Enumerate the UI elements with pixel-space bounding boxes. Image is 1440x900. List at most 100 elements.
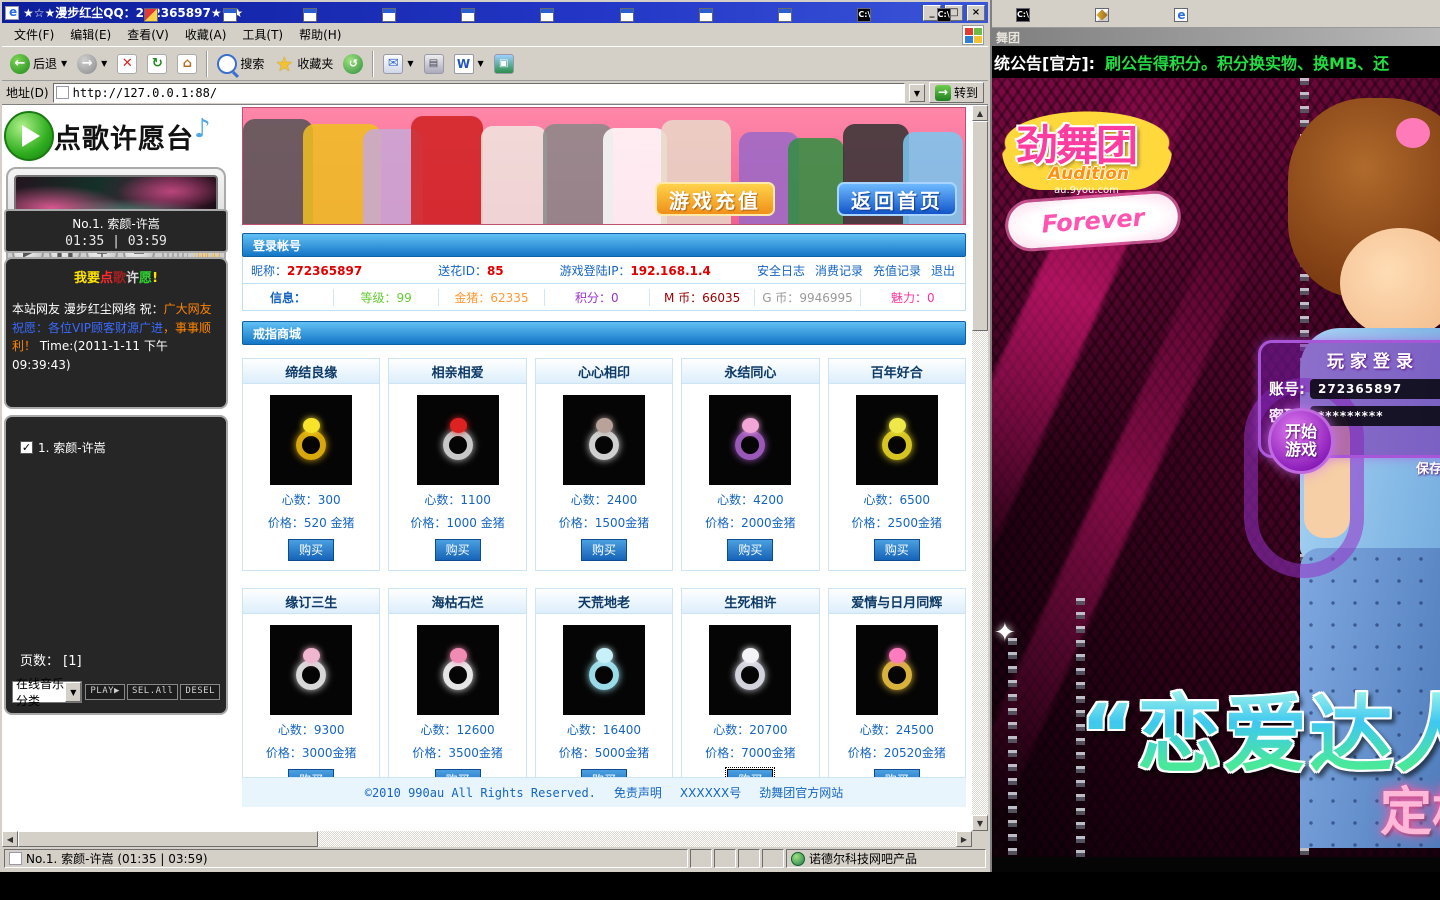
go-button[interactable]: → 转到: [929, 82, 984, 103]
page-footer: ©2010 990au All Rights Reserved. 免责声明XXX…: [242, 777, 966, 807]
recharge-button[interactable]: 游戏充值: [655, 182, 775, 216]
edit-button[interactable]: W▼: [450, 49, 488, 79]
top-banner-image: 游戏充值 返回首页: [242, 107, 966, 225]
menu-item-帮助(H)[interactable]: 帮助(H): [291, 23, 349, 46]
search-icon: [217, 54, 237, 74]
stat-金猪: 金猪：62335: [438, 289, 543, 306]
menu-item-收藏(A)[interactable]: 收藏(A): [177, 23, 235, 46]
media-button[interactable]: ▣: [490, 49, 518, 79]
edit-icon: W: [454, 54, 474, 74]
home-button[interactable]: ⌂: [173, 49, 201, 79]
menu-item-文件(F)[interactable]: 文件(F): [6, 23, 62, 46]
playlist-button-PLAY▶[interactable]: PLAY▶: [85, 684, 125, 700]
save-username-option[interactable]: 保存用户名: [1416, 458, 1440, 477]
product-hearts: 心数：1100: [389, 491, 525, 508]
playlist-box: ✓1. 索颜-许嵩 页数： [1] 在线音乐分类 ▼ PLAY▶SEL.AllD…: [4, 415, 228, 715]
close-button[interactable]: ×: [967, 5, 985, 21]
start-game-button[interactable]: 开始游戏: [1268, 408, 1334, 474]
footer-links: 免责声明 XXXXXX号 劲舞团官方网站: [614, 784, 843, 801]
playlist-button-DESEL[interactable]: DESEL: [180, 684, 220, 700]
product-card: 生死相许心数：20700价格：7000金猪购买: [681, 588, 819, 801]
product-grid: 缔结良缘心数：300价格：520 金猪购买相亲相爱心数：1100价格：1000 …: [242, 358, 966, 801]
scroll-left-arrow[interactable]: ◀: [2, 831, 18, 847]
game-bottom-strip: [992, 857, 1440, 872]
stop-button[interactable]: ✕: [113, 49, 141, 79]
footer-link-劲舞团官方网站[interactable]: 劲舞团官方网站: [759, 784, 843, 801]
buy-button[interactable]: 购买: [435, 539, 481, 561]
stat-M币: M 币：66035: [649, 289, 754, 306]
cmd-icon: C:\: [937, 8, 951, 22]
select-dropdown-arrow: ▼: [65, 682, 81, 702]
ring-shop-panel: 戒指商城 缔结良缘心数：300价格：520 金猪购买相亲相爱心数：1100价格：…: [242, 321, 966, 801]
address-bar: 地址(D) http://127.0.0.1:88/ ▼ → 转到: [2, 81, 988, 105]
stat-魅力: 魅力：0: [860, 289, 965, 306]
buy-button[interactable]: 购买: [874, 539, 920, 561]
account-link-安全日志[interactable]: 安全日志: [757, 262, 805, 279]
address-input[interactable]: http://127.0.0.1:88/: [53, 83, 905, 103]
account-link-消费记录[interactable]: 消费记录: [815, 262, 863, 279]
address-dropdown-arrow[interactable]: ▼: [909, 84, 925, 102]
product-price: 价格：1000 金猪: [389, 514, 525, 531]
footer-link-免责声明[interactable]: 免责声明: [614, 784, 662, 801]
now-playing-box: No.1. 索颜-许嵩 01:35 | 03:59: [4, 209, 228, 253]
horizontal-scroll-thumb[interactable]: [18, 831, 318, 847]
stat-value: 62335: [490, 291, 528, 305]
fav-button[interactable]: ★收藏夹: [270, 49, 337, 79]
game-client-window: 舞团 统公告[官方]: 刷公告得积分。积分换实物、换MB、还 ✦ 劲舞团 Aud…: [992, 0, 1440, 872]
password-input[interactable]: *********: [1310, 406, 1440, 426]
wish-message-box: 我要点歌许愿! 本站网友 漫步红尘网络 祝：广大网友祝愿：各位VIP顾客财源广进…: [4, 257, 228, 409]
account-link-退出[interactable]: 退出: [931, 262, 955, 279]
go-arrow-icon: →: [935, 85, 951, 101]
search-button[interactable]: 搜索: [213, 49, 268, 79]
music-category-value: 在线音乐分类: [13, 675, 65, 709]
scroll-right-arrow[interactable]: ▶: [956, 831, 972, 847]
mail-button[interactable]: ✉▼: [379, 49, 417, 79]
audition-logo: 劲舞团 Audition au.9you.com Forever: [1002, 86, 1202, 256]
scroll-up-arrow[interactable]: ▲: [972, 105, 988, 121]
menu-item-编辑(E)[interactable]: 编辑(E): [62, 23, 119, 46]
dropdown-arrow-icon[interactable]: ▼: [101, 59, 107, 68]
chain-decoration: [1008, 638, 1017, 857]
stat-等级: 等级：99: [333, 289, 438, 306]
status-cell: [738, 849, 760, 868]
checkbox-checked-icon[interactable]: ✓: [20, 441, 33, 454]
account-link-充值记录[interactable]: 充值记录: [873, 262, 921, 279]
dropdown-arrow-icon[interactable]: ▼: [478, 59, 484, 68]
footer-link-XXXXXX号[interactable]: XXXXXX号: [680, 784, 741, 801]
media-icon: ▣: [494, 54, 514, 74]
game-titlebar: 舞团: [992, 28, 1440, 46]
stat-积分: 积分：0: [544, 289, 649, 306]
print-button[interactable]: ▤: [420, 49, 448, 79]
playlist-buttons: PLAY▶SEL.AllDESEL: [85, 684, 220, 700]
logo-tagline: Forever: [1007, 192, 1180, 250]
horizontal-scrollbar[interactable]: ◀ ▶: [2, 831, 972, 847]
browser-statusbar: No.1. 索颜-许嵩 (01:35 | 03:59) 诺德尔科技网吧产品: [2, 847, 988, 870]
play-circle-icon[interactable]: [4, 111, 54, 161]
forward-button[interactable]: →▼: [73, 49, 111, 79]
back-button[interactable]: ←后退▼: [6, 49, 71, 79]
info-label: 信息：: [243, 289, 333, 306]
product-price: 价格：5000金猪: [536, 744, 672, 761]
dropdown-arrow-icon[interactable]: ▼: [407, 59, 413, 68]
vertical-scroll-thumb[interactable]: [972, 121, 988, 331]
playlist-button-SEL.All[interactable]: SEL.All: [127, 684, 178, 700]
buy-button[interactable]: 购买: [288, 539, 334, 561]
menu-item-查看(V)[interactable]: 查看(V): [119, 23, 177, 46]
forward-icon: →: [77, 54, 97, 74]
buy-button[interactable]: 购买: [581, 539, 627, 561]
account-input[interactable]: 272365897: [1310, 379, 1440, 399]
fav-icon: ★: [274, 54, 294, 74]
product-hearts: 心数：9300: [243, 721, 379, 738]
refresh-button[interactable]: ↻: [143, 49, 171, 79]
home-page-button[interactable]: 返回首页: [837, 182, 957, 216]
playlist-item[interactable]: ✓1. 索颜-许嵩: [20, 439, 220, 456]
flower-id-cell: 送花ID：85: [430, 262, 511, 279]
scroll-down-arrow[interactable]: ▼: [972, 815, 988, 831]
back-icon: ←: [10, 54, 30, 74]
buy-button[interactable]: 购买: [727, 539, 773, 561]
dropdown-arrow-icon[interactable]: ▼: [61, 59, 67, 68]
music-category-select[interactable]: 在线音乐分类 ▼: [12, 681, 82, 703]
hist-button[interactable]: ↺: [339, 49, 367, 79]
vertical-scrollbar[interactable]: ▲ ▼: [972, 105, 988, 831]
menu-item-工具(T)[interactable]: 工具(T): [234, 23, 291, 46]
